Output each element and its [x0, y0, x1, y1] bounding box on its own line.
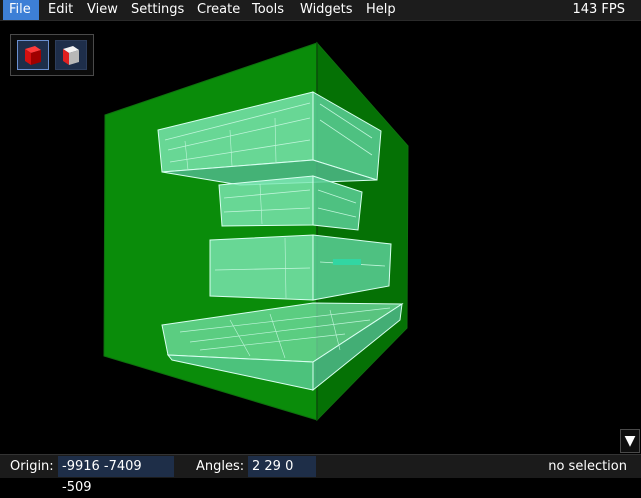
mixed-view-button[interactable] [55, 40, 87, 70]
menu-bar: File Edit View Settings Create Tools Wid… [0, 0, 641, 21]
menu-widgets[interactable]: Widgets [294, 0, 358, 20]
menu-view[interactable]: View [81, 0, 121, 20]
menu-file[interactable]: File [3, 0, 39, 20]
menu-edit[interactable]: Edit [42, 0, 78, 20]
view-mode-toolbar [10, 34, 94, 76]
fps-counter: 143 FPS [572, 2, 625, 17]
3d-viewport[interactable]: ▼ [0, 21, 641, 454]
status-bar: Origin: -9916 -7409 -509 Angles: 2 29 0 … [0, 454, 641, 495]
scene-render [103, 41, 409, 422]
angles-label: Angles: [196, 459, 245, 474]
selection-status: no selection [548, 459, 627, 474]
menu-tools[interactable]: Tools [246, 0, 290, 20]
mixed-cube-icon [63, 46, 79, 65]
brush-floor-3 [209, 234, 392, 301]
angles-field[interactable]: 2 29 0 [248, 456, 316, 477]
triangle-down-icon: ▼ [624, 433, 636, 449]
menu-settings[interactable]: Settings [125, 0, 189, 20]
menu-create[interactable]: Create [191, 0, 243, 20]
solid-view-button[interactable] [17, 40, 49, 70]
solid-cube-icon [25, 46, 41, 65]
menu-help[interactable]: Help [360, 0, 400, 20]
origin-field[interactable]: -9916 -7409 -509 [58, 456, 174, 495]
origin-label: Origin: [10, 459, 54, 474]
viewport-dropdown-button[interactable]: ▼ [620, 429, 640, 453]
